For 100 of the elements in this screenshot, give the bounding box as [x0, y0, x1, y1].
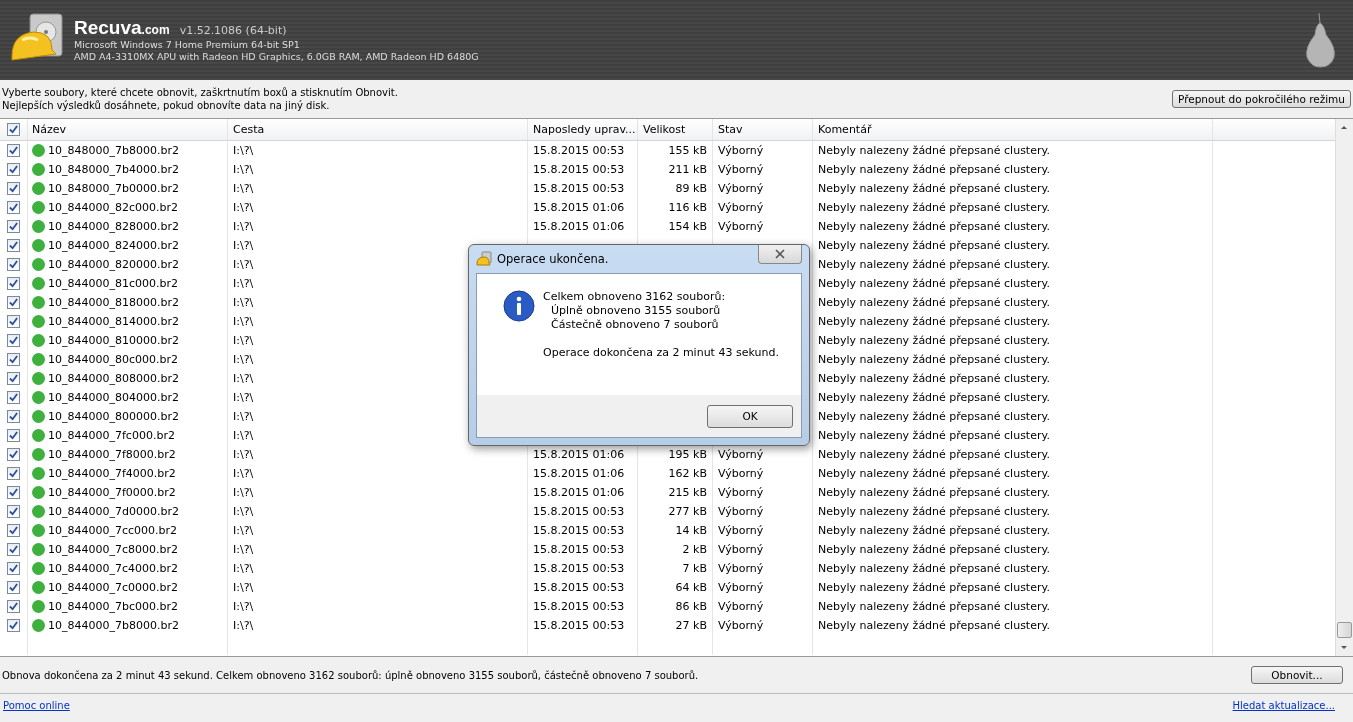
- file-path: I:\?\: [233, 467, 254, 480]
- file-comment: Nebyly nalezeny žádné přepsané clustery.: [818, 239, 1050, 252]
- row-checkbox[interactable]: [7, 182, 20, 195]
- row-checkbox[interactable]: [7, 163, 20, 176]
- file-comment: Nebyly nalezeny žádné přepsané clustery.: [818, 315, 1050, 328]
- info-icon: [503, 290, 535, 322]
- hard-hat-icon: [476, 251, 492, 267]
- file-name: 10_844000_7c0000.br2: [48, 581, 179, 594]
- row-checkbox[interactable]: [7, 467, 20, 480]
- modified-date: 15.8.2015 01:06: [533, 201, 625, 214]
- file-path: I:\?\: [233, 220, 254, 233]
- column-header[interactable]: Název: [28, 119, 228, 140]
- file-state: Výborný: [718, 467, 764, 480]
- file-path: I:\?\: [233, 524, 254, 537]
- advanced-mode-button[interactable]: Přepnout do pokročilého režimu: [1172, 90, 1351, 108]
- column-header[interactable]: Cesta: [228, 119, 528, 140]
- modified-date: 15.8.2015 00:53: [533, 163, 625, 176]
- row-checkbox[interactable]: [7, 619, 20, 632]
- row-checkbox[interactable]: [7, 372, 20, 385]
- modified-date: 15.8.2015 00:53: [533, 144, 625, 157]
- file-size: 116 kB: [668, 201, 707, 214]
- close-icon[interactable]: [775, 249, 785, 259]
- file-path: I:\?\: [233, 581, 254, 594]
- file-name: 10_844000_804000.br2: [48, 391, 179, 404]
- pear-icon: [1303, 11, 1337, 69]
- row-checkbox[interactable]: [7, 296, 20, 309]
- file-state: Výborný: [718, 163, 764, 176]
- column-header[interactable]: Naposledy uprav...: [528, 119, 638, 140]
- file-path: I:\?\: [233, 505, 254, 518]
- file-name: 10_844000_808000.br2: [48, 372, 179, 385]
- file-name: 10_844000_7f0000.br2: [48, 486, 176, 499]
- row-checkbox[interactable]: [7, 144, 20, 157]
- row-checkbox[interactable]: [7, 429, 20, 442]
- file-name: 10_844000_7fc000.br2: [48, 429, 175, 442]
- row-checkbox[interactable]: [7, 353, 20, 366]
- row-checkbox[interactable]: [7, 543, 20, 556]
- file-name: 10_844000_81c000.br2: [48, 277, 179, 290]
- row-checkbox[interactable]: [7, 315, 20, 328]
- file-name: 10_848000_7b4000.br2: [48, 163, 179, 176]
- file-path: I:\?\: [233, 239, 254, 252]
- file-path: I:\?\: [233, 448, 254, 461]
- scroll-thumb[interactable]: [1337, 622, 1352, 638]
- update-link[interactable]: Hledat aktualizace...: [1232, 699, 1335, 711]
- modified-date: 15.8.2015 00:53: [533, 562, 625, 575]
- file-state: Výborný: [718, 486, 764, 499]
- row-checkbox[interactable]: [7, 239, 20, 252]
- file-name: 10_844000_7f8000.br2: [48, 448, 176, 461]
- file-state: Výborný: [718, 524, 764, 537]
- file-path: I:\?\: [233, 372, 254, 385]
- row-checkbox[interactable]: [7, 524, 20, 537]
- file-state: Výborný: [718, 201, 764, 214]
- file-size: 89 kB: [675, 182, 707, 195]
- file-state: Výborný: [718, 182, 764, 195]
- file-comment: Nebyly nalezeny žádné přepsané clustery.: [818, 410, 1050, 423]
- file-name: 10_844000_80c000.br2: [48, 353, 179, 366]
- brand-name: Recuva.com: [74, 17, 170, 39]
- file-comment: Nebyly nalezeny žádné přepsané clustery.: [818, 467, 1050, 480]
- file-path: I:\?\: [233, 296, 254, 309]
- row-checkbox[interactable]: [7, 334, 20, 347]
- file-comment: Nebyly nalezeny žádné přepsané clustery.: [818, 562, 1050, 575]
- file-comment: Nebyly nalezeny žádné přepsané clustery.: [818, 486, 1050, 499]
- file-size: 215 kB: [668, 486, 707, 499]
- row-checkbox[interactable]: [7, 600, 20, 613]
- file-state: Výborný: [718, 619, 764, 632]
- file-path: I:\?\: [233, 353, 254, 366]
- file-comment: Nebyly nalezeny žádné přepsané clustery.: [818, 201, 1050, 214]
- column-header[interactable]: Stav: [713, 119, 813, 140]
- row-checkbox[interactable]: [7, 448, 20, 461]
- help-link[interactable]: Pomoc online: [3, 699, 70, 711]
- row-checkbox[interactable]: [7, 220, 20, 233]
- select-all-checkbox[interactable]: [7, 123, 20, 136]
- recover-button[interactable]: Obnovit...: [1251, 666, 1343, 684]
- modified-date: 15.8.2015 00:53: [533, 524, 625, 537]
- file-comment: Nebyly nalezeny žádné přepsané clustery.: [818, 372, 1050, 385]
- file-path: I:\?\: [233, 258, 254, 271]
- row-checkbox[interactable]: [7, 391, 20, 404]
- file-name: 10_848000_7b8000.br2: [48, 144, 179, 157]
- row-checkbox[interactable]: [7, 562, 20, 575]
- file-size: 86 kB: [675, 600, 707, 613]
- file-name: 10_844000_7c8000.br2: [48, 543, 179, 556]
- row-checkbox[interactable]: [7, 277, 20, 290]
- close-button[interactable]: [758, 245, 802, 264]
- file-size: 2 kB: [682, 543, 707, 556]
- file-name: 10_844000_818000.br2: [48, 296, 179, 309]
- version-text: v1.52.1086 (64-bit): [179, 24, 287, 37]
- file-name: 10_844000_824000.br2: [48, 239, 179, 252]
- file-name: 10_844000_820000.br2: [48, 258, 179, 271]
- row-checkbox[interactable]: [7, 581, 20, 594]
- ok-button[interactable]: OK: [707, 404, 793, 428]
- modified-date: 15.8.2015 01:06: [533, 467, 625, 480]
- column-header[interactable]: Velikost: [638, 119, 713, 140]
- file-comment: Nebyly nalezeny žádné přepsané clustery.: [818, 182, 1050, 195]
- file-size: 154 kB: [668, 220, 707, 233]
- column-header[interactable]: Komentář: [813, 119, 1213, 140]
- row-checkbox[interactable]: [7, 486, 20, 499]
- dialog-title: Operace ukončena.: [497, 252, 609, 266]
- row-checkbox[interactable]: [7, 505, 20, 518]
- row-checkbox[interactable]: [7, 410, 20, 423]
- row-checkbox[interactable]: [7, 258, 20, 271]
- row-checkbox[interactable]: [7, 201, 20, 214]
